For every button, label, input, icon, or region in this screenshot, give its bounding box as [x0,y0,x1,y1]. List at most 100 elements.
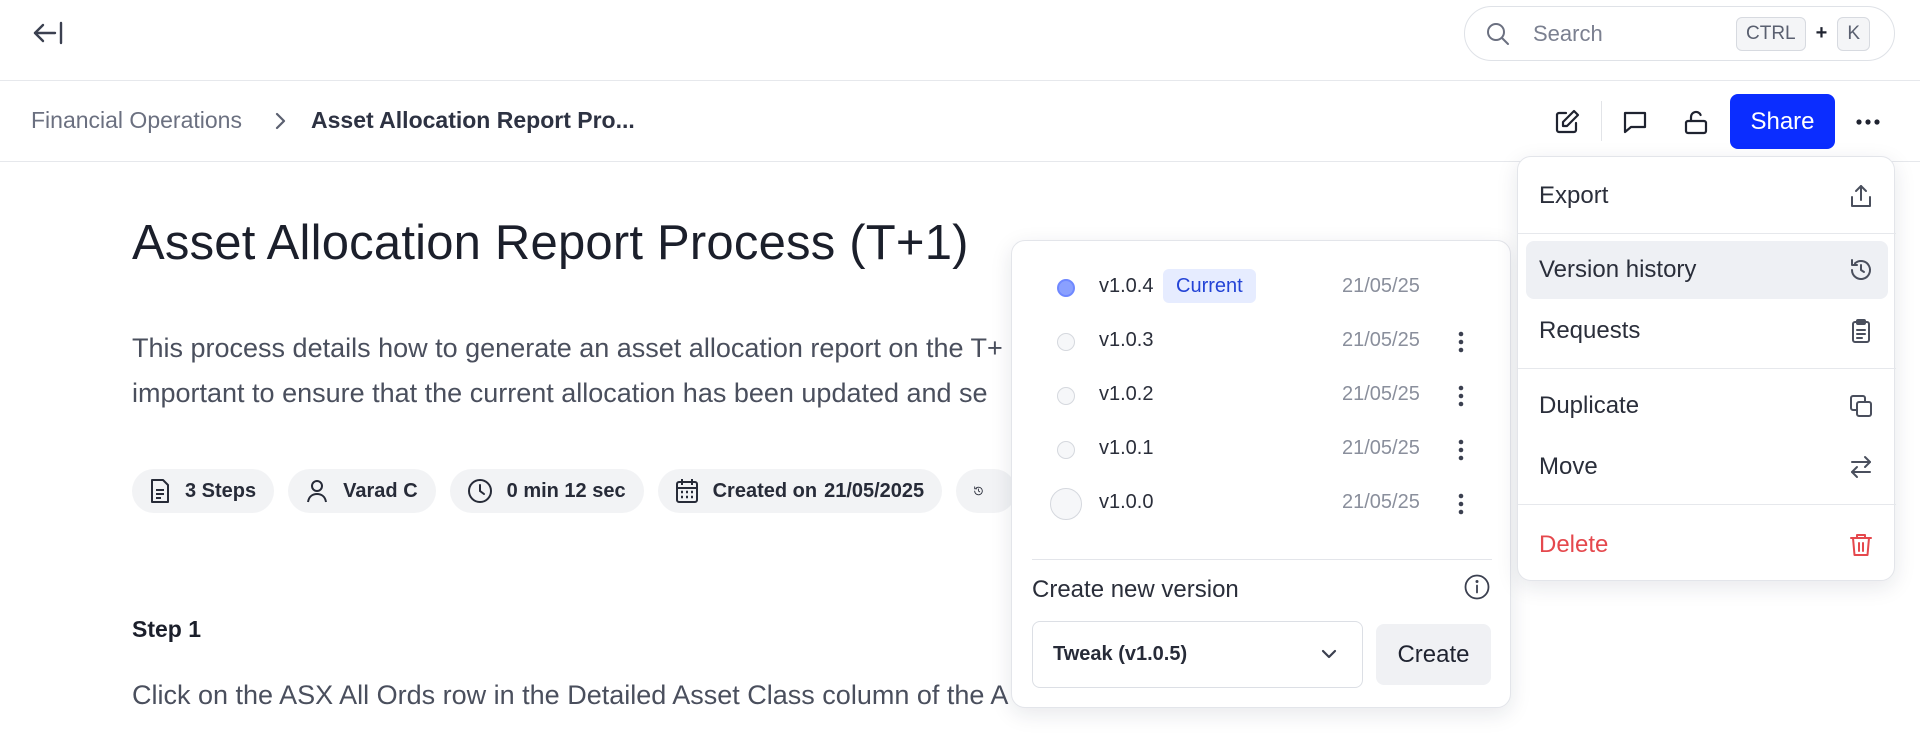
breadcrumb-parent[interactable]: Financial Operations [31,107,242,134]
copy-icon [1850,395,1872,417]
menu-item-version-history[interactable]: Version history [1526,241,1888,299]
chevron-right-icon [275,112,286,130]
edit-icon [1555,109,1580,134]
share-upload-icon [1851,185,1871,207]
version-date: 21/05/25 [1342,491,1420,513]
menu-item-label: Move [1539,453,1598,480]
menu-item-label: Delete [1539,531,1609,558]
more-horizontal-icon [1856,119,1880,125]
shortcut-plus: + [1815,22,1828,44]
version-radio[interactable] [1057,333,1075,351]
menu-item-duplicate[interactable]: Duplicate [1526,377,1888,435]
swap-arrows-icon [1851,456,1871,478]
version-name: v1.0.3 [1099,329,1154,351]
created-chip: Created on 21/05/2025 [657,469,943,513]
top-bar: Search CTRL + K [0,0,1920,81]
chevron-down-icon [1321,649,1337,659]
clock-icon [467,479,492,503]
menu-item-delete[interactable]: Delete [1526,516,1888,574]
author-chip: Varad C [288,469,436,513]
menu-item-label: Export [1539,182,1609,209]
share-button[interactable]: Share [1730,94,1835,149]
version-row[interactable]: v1.0.0 21/05/25 [1012,477,1510,531]
history-icon [1851,259,1871,280]
version-name: v1.0.2 [1099,383,1154,405]
menu-item-export[interactable]: Export [1526,167,1888,225]
version-more-button[interactable] [1450,435,1472,465]
search-box[interactable]: Search CTRL + K [1464,6,1895,61]
info-icon[interactable] [1463,573,1491,601]
duration-chip: 0 min 12 sec [449,469,644,513]
more-vertical-icon [1458,331,1464,353]
metadata-chips: 3 Steps Varad C 0 min 12 sec Created on … [132,469,1017,513]
breadcrumb-current: Asset Allocation Report Pro... [311,107,635,133]
version-date: 21/05/25 [1342,437,1420,459]
step-label: Step 1 [132,616,202,642]
history-icon [974,486,983,496]
created-prefix: Created on [712,479,818,502]
version-date: 21/05/25 [1342,329,1420,351]
popover-divider [1032,559,1492,560]
steps-chip: 3 Steps [132,469,275,513]
version-more-button[interactable] [1450,381,1472,411]
unlock-icon [1684,110,1708,135]
version-name: v1.0.0 [1099,491,1154,513]
search-icon [1487,22,1509,45]
version-more-button[interactable] [1450,327,1472,357]
arrow-left-bar-icon [33,21,63,45]
menu-item-label: Duplicate [1539,392,1640,419]
menu-divider [1518,504,1896,505]
version-date: 21/05/25 [1342,383,1420,405]
version-radio[interactable] [1057,387,1075,405]
version-name: v1.0.4 [1099,275,1154,297]
more-options-menu: Export Version history Requests Duplicat… [1517,156,1896,581]
calendar-icon [675,479,698,503]
document-icon [151,479,169,503]
step-text: Click on the ASX All Ords row in the Det… [132,680,1009,710]
version-radio[interactable] [1050,488,1082,520]
menu-divider [1518,368,1896,369]
shortcut-k-key: K [1837,16,1870,51]
version-row[interactable]: v1.0.4 Current 21/05/25 [1012,261,1510,315]
version-more-button[interactable] [1450,489,1472,519]
menu-divider [1518,233,1896,234]
version-type-select[interactable]: Tweak (v1.0.5) [1032,621,1363,688]
created-date: 21/05/2025 [824,479,925,502]
collapse-back-button[interactable] [30,18,66,48]
version-date: 21/05/25 [1342,275,1420,297]
page-title: Asset Allocation Report Process (T+1) [132,216,969,270]
comment-icon [1623,111,1647,134]
clipboard-icon [1852,319,1870,343]
document-header: Financial Operations Asset Allocation Re… [0,81,1920,162]
more-vertical-icon [1458,493,1464,515]
search-placeholder[interactable]: Search [1533,21,1736,47]
history-chip [956,469,1017,513]
version-radio[interactable] [1057,441,1075,459]
menu-item-requests[interactable]: Requests [1526,302,1888,360]
version-row[interactable]: v1.0.3 21/05/25 [1012,315,1510,369]
version-name: v1.0.1 [1099,437,1154,459]
menu-item-label: Version history [1539,256,1697,283]
trash-icon [1850,534,1872,556]
create-version-label: Create new version [1032,576,1239,603]
duration-value: 0 min 12 sec [506,479,626,502]
version-history-popover: v1.0.4 Current 21/05/25 v1.0.3 21/05/25 … [1011,240,1511,708]
steps-count: 3 Steps [185,479,257,502]
lock-toggle-button[interactable] [1677,103,1715,141]
version-radio[interactable] [1057,279,1075,297]
version-row[interactable]: v1.0.1 21/05/25 [1012,423,1510,477]
shortcut-ctrl-key: CTRL [1736,16,1806,51]
current-badge: Current [1163,269,1256,303]
version-row[interactable]: v1.0.2 21/05/25 [1012,369,1510,423]
comments-button[interactable] [1616,103,1654,141]
more-vertical-icon [1458,439,1464,461]
author-name: Varad C [343,479,418,502]
more-vertical-icon [1458,385,1464,407]
create-version-button[interactable]: Create [1376,624,1491,685]
more-options-button[interactable] [1849,103,1887,141]
menu-item-label: Requests [1539,317,1641,344]
edit-button[interactable] [1548,103,1586,141]
version-type-value: Tweak (v1.0.5) [1053,643,1188,665]
menu-item-move[interactable]: Move [1526,438,1888,496]
user-icon [307,480,328,503]
